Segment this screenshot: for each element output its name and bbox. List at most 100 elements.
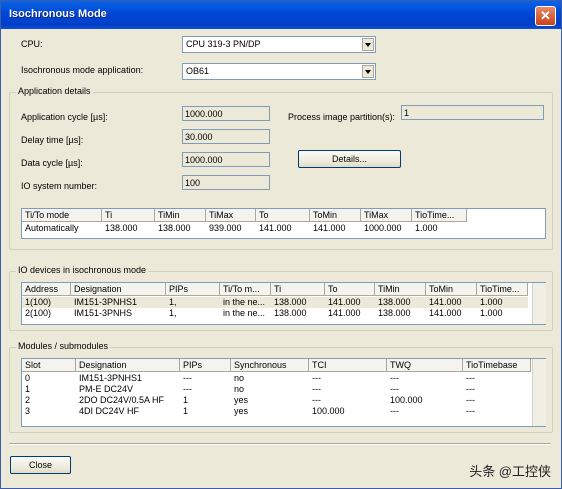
table-cell[interactable]: 141.000 [310,223,361,234]
io-system-label: IO system number: [21,181,98,191]
table-cell[interactable]: 1 [180,406,231,417]
table-cell[interactable]: --- [387,384,463,395]
table-cell[interactable]: 1.000 [477,297,528,308]
column-header[interactable]: Slot [22,359,76,372]
modules-table[interactable]: Slot Designation PIPs Synchronous TCI TWQ TioT… [21,358,546,427]
table-cell[interactable]: yes [231,406,309,417]
column-header[interactable]: ToMin [310,209,361,222]
column-header[interactable]: To [256,209,310,222]
table-cell[interactable]: 138.000 [375,308,426,319]
timing-table[interactable]: Ti/To mode Ti TiMin TiMax To ToMin TiMax TioTim… [21,208,546,239]
table-cell[interactable]: 100.000 [387,395,463,406]
table-cell[interactable]: no [231,384,309,395]
application-details-caption: Application details [16,86,93,96]
delay-field: 30.000 [182,129,270,144]
pip-label: Process image partition(s): [288,112,396,122]
application-select[interactable]: OB61 [182,63,376,80]
table-cell[interactable]: 939.000 [206,223,256,234]
column-header[interactable]: Ti [102,209,155,222]
column-header[interactable]: TiMax [206,209,256,222]
table-cell[interactable]: --- [463,406,531,417]
table-cell[interactable]: 1(100) [22,297,71,308]
table-cell[interactable]: IM151-3PNHS1 [71,297,166,308]
table-cell[interactable]: --- [180,373,231,384]
table-cell[interactable]: 138.000 [375,297,426,308]
table-cell[interactable]: 1000.000 [361,223,412,234]
table-cell[interactable]: 141.000 [325,297,375,308]
details-button[interactable]: Details... [298,150,401,168]
column-header[interactable]: PIPs [180,359,231,372]
table-cell[interactable]: 2(100) [22,308,71,319]
table-cell[interactable]: in the ne... [220,297,271,308]
column-header[interactable]: TiMax [361,209,412,222]
window-close-button[interactable]: ✕ [535,6,556,26]
column-header[interactable]: Ti/To mode [22,209,102,222]
column-header[interactable]: Designation [71,283,166,296]
data-cycle-field: 1000.000 [182,152,270,167]
table-cell[interactable]: 100.000 [309,406,387,417]
table-cell[interactable]: Automatically [22,223,102,234]
column-header[interactable]: TioTime... [477,283,528,296]
column-header[interactable]: Address [22,283,71,296]
table-cell[interactable]: --- [309,373,387,384]
table-cell[interactable]: IM151-3PNHS1 [76,373,180,384]
table-cell[interactable]: IM151-3PNHS [71,308,166,319]
table-cell[interactable]: --- [309,395,387,406]
column-header[interactable]: To [325,283,375,296]
table-cell[interactable]: 1.000 [477,308,528,319]
table-cell[interactable]: 141.000 [325,308,375,319]
table-cell[interactable]: 138.000 [271,297,325,308]
cpu-select[interactable]: CPU 319-3 PN/DP [182,36,376,53]
table-cell[interactable]: 1.000 [412,223,467,234]
window-title: Isochronous Mode [9,8,107,20]
table-cell[interactable]: 138.000 [271,308,325,319]
table-cell[interactable]: 138.000 [155,223,206,234]
io-devices-caption: IO devices in isochronous mode [16,265,149,275]
data-cycle-label: Data cycle [µs]: [21,158,83,168]
column-header[interactable]: ToMin [426,283,477,296]
close-button[interactable]: Close [10,456,71,474]
table-cell[interactable]: no [231,373,309,384]
table-cell[interactable]: --- [463,384,531,395]
table-cell[interactable]: 1 [22,384,76,395]
column-header[interactable]: Ti [271,283,325,296]
table-cell[interactable]: in the ne... [220,308,271,319]
table-cell[interactable]: 2 [22,395,76,406]
column-header[interactable]: Designation [76,359,180,372]
table-cell[interactable]: 1 [180,395,231,406]
table-cell[interactable]: --- [463,373,531,384]
column-header[interactable]: TioTimebase [463,359,531,372]
table-cell[interactable]: yes [231,395,309,406]
chevron-down-icon[interactable] [362,38,374,51]
vertical-scrollbar[interactable] [532,359,546,426]
column-header[interactable]: Ti/To m... [220,283,271,296]
vertical-scrollbar[interactable] [532,283,546,324]
table-cell[interactable]: --- [387,373,463,384]
table-cell[interactable]: 138.000 [102,223,155,234]
table-cell[interactable]: 141.000 [426,297,477,308]
close-icon: ✕ [540,8,551,23]
dialog-window: Isochronous Mode ✕ CPU: CPU 319-3 PN/DP … [0,0,562,489]
column-header[interactable]: PIPs [166,283,220,296]
table-cell[interactable]: --- [309,384,387,395]
table-cell[interactable]: 3 [22,406,76,417]
table-cell[interactable]: 141.000 [426,308,477,319]
table-cell[interactable]: PM-E DC24V [76,384,180,395]
column-header[interactable]: TioTime... [412,209,467,222]
table-cell[interactable]: 141.000 [256,223,310,234]
table-cell[interactable]: 4DI DC24V HF [76,406,180,417]
column-header[interactable]: TCI [309,359,387,372]
table-cell[interactable]: 1, [166,308,220,319]
column-header[interactable]: TiMin [155,209,206,222]
table-cell[interactable]: 0 [22,373,76,384]
table-cell[interactable]: --- [387,406,463,417]
column-header[interactable]: TiMin [375,283,426,296]
io-devices-table[interactable]: Address Designation PIPs Ti/To m... Ti To TiMi… [21,282,546,325]
column-header[interactable]: Synchronous [231,359,309,372]
column-header[interactable]: TWQ [387,359,463,372]
chevron-down-icon[interactable] [362,65,374,78]
table-cell[interactable]: --- [463,395,531,406]
table-cell[interactable]: 2DO DC24V/0.5A HF [76,395,180,406]
table-cell[interactable]: --- [180,384,231,395]
table-cell[interactable]: 1, [166,297,220,308]
